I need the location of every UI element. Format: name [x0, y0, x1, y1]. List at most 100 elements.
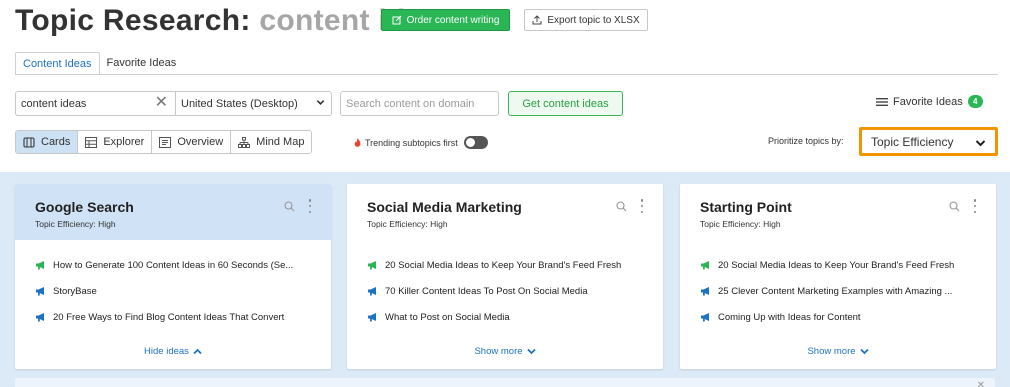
megaphone-icon [368, 261, 376, 270]
tabs-divider [15, 74, 998, 75]
more-options-icon[interactable] [308, 199, 312, 213]
cards-icon [23, 136, 35, 148]
trending-subtopics: Trending subtopics first [354, 136, 488, 149]
favorite-ideas-link[interactable]: Favorite Ideas 4 [876, 95, 983, 108]
list-item[interactable]: What to Post on Social Media [367, 312, 663, 338]
list-item[interactable]: StoryBase [35, 286, 331, 312]
close-icon[interactable]: ✕ [977, 380, 985, 387]
domain-search-input[interactable] [340, 91, 499, 116]
show-more-link[interactable]: Show more [347, 346, 663, 357]
chevron-down-icon [859, 348, 869, 355]
topic-card-header: Google Search Topic Efficiency: High [15, 184, 331, 240]
order-content-writing-label: Order content writing [406, 14, 500, 26]
list-item[interactable]: How to Generate 100 Content Ideas in 60 … [35, 260, 331, 286]
topic-card-title: Social Media Marketing [367, 199, 522, 215]
edit-icon [392, 15, 402, 25]
list-item[interactable]: 20 Free Ways to Find Blog Content Ideas … [35, 312, 331, 338]
view-overview-label: Overview [177, 136, 224, 148]
view-switcher: Cards Explorer Overview Mind Map [15, 130, 313, 154]
megaphone-icon [36, 287, 44, 296]
megaphone-icon [368, 313, 376, 322]
more-options-icon[interactable] [973, 199, 977, 213]
trending-subtopics-toggle[interactable] [463, 136, 488, 149]
keyword-value: content ideas [21, 97, 87, 110]
trending-subtopics-label: Trending subtopics first [365, 137, 458, 148]
chevron-down-icon [316, 100, 325, 105]
overview-icon [159, 136, 172, 148]
show-more-label: Show more [474, 346, 523, 357]
more-options-icon[interactable] [640, 199, 644, 213]
content-idea-title: StoryBase [53, 286, 97, 297]
flame-icon [354, 138, 361, 147]
region-select[interactable]: United States (Desktop) [175, 91, 332, 116]
megaphone-icon [368, 287, 376, 296]
topic-card-efficiency: Topic Efficiency: High [367, 219, 448, 229]
get-content-ideas-button[interactable]: Get content ideas [508, 91, 623, 116]
show-more-label: Show more [807, 346, 856, 357]
view-cards[interactable]: Cards [16, 131, 79, 153]
content-idea-title: 20 Social Media Ideas to Keep Your Brand… [385, 260, 622, 271]
topic-card-header: Social Media Marketing Topic Efficiency:… [347, 184, 663, 240]
topic-card[interactable]: Starting Point Topic Efficiency: High 20… [680, 184, 996, 369]
topic-card-title: Google Search [35, 199, 134, 215]
content-idea-title: 20 Free Ways to Find Blog Content Ideas … [53, 312, 285, 323]
megaphone-icon [701, 313, 709, 322]
export-xlsx-label: Export topic to XLSX [547, 14, 640, 26]
content-idea-title: What to Post on Social Media [385, 312, 510, 323]
megaphone-icon [701, 287, 709, 296]
clear-keyword-icon[interactable]: ✕ [155, 95, 168, 111]
hide-ideas-label: Hide ideas [144, 346, 189, 357]
tab-favorite-ideas[interactable]: Favorite Ideas [100, 52, 184, 75]
region-value: United States (Desktop) [181, 97, 298, 110]
list-icon [876, 97, 888, 106]
list-item[interactable]: 20 Social Media Ideas to Keep Your Brand… [367, 260, 663, 286]
megaphone-icon [36, 313, 44, 322]
topic-card-header: Starting Point Topic Efficiency: High [680, 184, 996, 240]
search-icon[interactable] [949, 201, 960, 212]
search-icon[interactable] [284, 201, 295, 212]
favorite-ideas-count-badge: 4 [967, 95, 983, 108]
content-idea-title: 20 Social Media Ideas to Keep Your Brand… [718, 260, 955, 271]
topic-tabs: Content Ideas Favorite Ideas [15, 52, 183, 75]
view-overview[interactable]: Overview [152, 131, 232, 153]
content-idea-title: Coming Up with Ideas for Content [718, 312, 861, 323]
topic-card[interactable]: Google Search Topic Efficiency: High How… [15, 184, 331, 369]
show-more-link[interactable]: Show more [680, 346, 996, 357]
list-item[interactable]: Coming Up with Ideas for Content [700, 312, 996, 338]
table-icon [85, 136, 98, 148]
view-explorer[interactable]: Explorer [78, 131, 153, 153]
mindmap-icon [238, 136, 251, 148]
megaphone-icon [36, 261, 44, 270]
hide-ideas-link[interactable]: Hide ideas [15, 346, 331, 357]
content-idea-title: 25 Clever Content Marketing Examples wit… [718, 286, 953, 297]
search-icon[interactable] [616, 201, 627, 212]
prioritize-select[interactable]: Topic Efficiency [859, 127, 998, 156]
list-item[interactable]: 25 Clever Content Marketing Examples wit… [700, 286, 996, 312]
tab-content-ideas[interactable]: Content Ideas [15, 52, 100, 75]
view-cards-label: Cards [41, 136, 71, 148]
prioritize-label: Prioritize topics by: [768, 136, 844, 146]
expanded-ideas-panel: ✕ [15, 378, 995, 387]
export-xlsx-button[interactable]: Export topic to XLSX [524, 9, 648, 31]
list-item[interactable]: 70 Killer Content Ideas To Post On Socia… [367, 286, 663, 312]
view-explorer-label: Explorer [103, 136, 145, 148]
topic-card-efficiency: Topic Efficiency: High [35, 219, 116, 229]
view-mind-map-label: Mind Map [256, 136, 305, 148]
topic-card-efficiency: Topic Efficiency: High [700, 219, 781, 229]
content-idea-title: 70 Killer Content Ideas To Post On Socia… [385, 286, 588, 297]
topic-card-title: Starting Point [700, 199, 792, 215]
content-ideas-list: 20 Social Media Ideas to Keep Your Brand… [347, 240, 663, 338]
prioritize-value: Topic Efficiency [871, 134, 954, 149]
order-content-writing-button[interactable]: Order content writing [381, 9, 510, 31]
chevron-down-icon [526, 348, 536, 355]
chevron-down-icon [975, 140, 986, 147]
keyword-input[interactable]: content ideas ✕ [15, 91, 175, 116]
content-idea-title: How to Generate 100 Content Ideas in 60 … [53, 260, 294, 271]
topic-card[interactable]: Social Media Marketing Topic Efficiency:… [347, 184, 663, 369]
megaphone-icon [701, 261, 709, 270]
list-item[interactable]: 20 Social Media Ideas to Keep Your Brand… [700, 260, 996, 286]
view-mind-map[interactable]: Mind Map [231, 131, 312, 153]
favorite-ideas-label: Favorite Ideas [893, 95, 963, 108]
export-icon [532, 15, 542, 25]
page-title-main: Topic Research: [15, 4, 251, 37]
